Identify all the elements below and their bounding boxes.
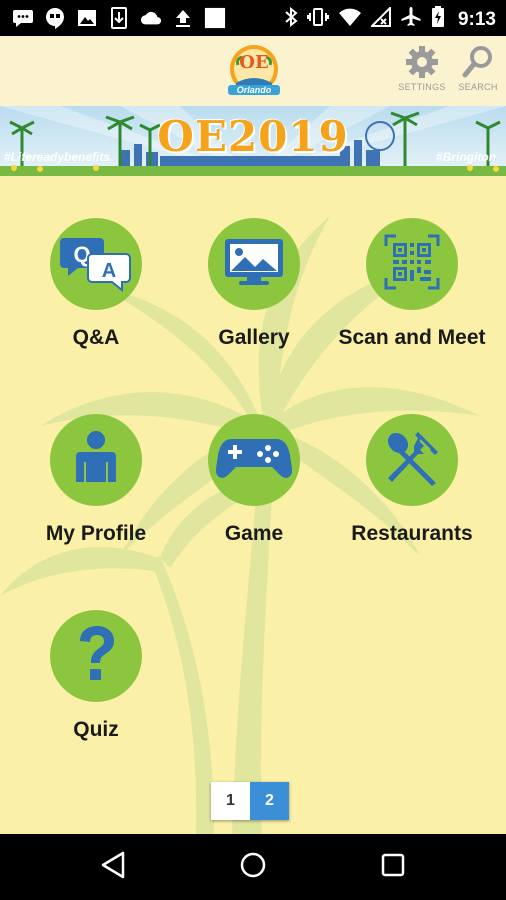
gamepad-icon [215, 435, 293, 486]
scan-tile-circle [366, 218, 458, 310]
recents-icon [379, 851, 407, 884]
search-button[interactable]: SEARCH [452, 44, 504, 92]
tile-label-game: Game [224, 522, 284, 545]
no-signal-icon [369, 5, 391, 32]
home-icon [239, 851, 267, 884]
tile-my-profile[interactable]: My Profile [17, 414, 175, 574]
tile-quiz[interactable]: Quiz [17, 610, 175, 770]
tile-label-scan-and-meet: Scan and Meet [338, 326, 486, 349]
wifi-icon [338, 7, 362, 32]
question-mark-icon [76, 625, 116, 688]
vibrate-icon [306, 7, 329, 32]
hangouts-icon [44, 7, 66, 29]
quiz-tile-circle [50, 610, 142, 702]
profile-tile-circle [50, 414, 142, 506]
fork-spoon-icon [384, 430, 440, 491]
message-icon [12, 7, 34, 29]
tile-label-gallery: Gallery [218, 326, 290, 349]
restaurants-tile-circle [366, 414, 458, 506]
app-header: OE Orlando SETTINGS SEARCH [0, 36, 506, 106]
person-icon [74, 430, 118, 491]
tile-label-qa: Q&A [72, 326, 120, 349]
tile-game[interactable]: Game [175, 414, 333, 574]
image-icon [76, 7, 98, 29]
back-icon [99, 851, 127, 884]
logo-subtitle: Orlando [236, 85, 272, 95]
tile-qa[interactable]: Q A Q&A [17, 218, 175, 378]
status-time: 9:13 [457, 8, 496, 30]
page-button-1[interactable]: 1 [211, 782, 250, 820]
banner-hashtag-left: #Lifereadybenefits [4, 150, 111, 164]
airplane-mode-icon [400, 6, 422, 33]
tile-label-my-profile: My Profile [45, 522, 147, 545]
qa-chat-icon: Q A [60, 232, 132, 297]
qa-tile-circle: Q A [50, 218, 142, 310]
settings-button[interactable]: SETTINGS [396, 44, 448, 92]
banner-hashtag-right: #Bringiton [436, 150, 496, 164]
gallery-tile-circle [208, 218, 300, 310]
recents-button[interactable] [378, 852, 408, 882]
pagination: 1 2 [211, 782, 289, 820]
svg-text:A: A [102, 260, 116, 282]
page-button-2[interactable]: 2 [250, 782, 289, 820]
menu-grid: Q A Q&A Gallery Scan and Meet My Profile… [0, 176, 506, 834]
download-icon [108, 7, 130, 29]
home-button[interactable] [238, 852, 268, 882]
event-banner: OE2019 #Lifereadybenefits #Bringiton [0, 106, 506, 176]
upload-icon [172, 7, 194, 29]
back-button[interactable] [98, 851, 128, 884]
battery-charging-icon [431, 6, 445, 33]
tile-restaurants[interactable]: Restaurants [333, 414, 491, 574]
status-bar: 9:13 [0, 0, 506, 36]
tile-label-restaurants: Restaurants [351, 522, 473, 545]
qr-code-icon [384, 234, 440, 295]
tile-gallery[interactable]: Gallery [175, 218, 333, 378]
tile-scan-and-meet[interactable]: Scan and Meet [333, 218, 491, 378]
bluetooth-icon [284, 6, 298, 32]
tile-label-quiz: Quiz [73, 718, 119, 741]
game-tile-circle [208, 414, 300, 506]
logo-title: OE [239, 52, 269, 73]
search-label: SEARCH [458, 82, 498, 92]
system-nav-bar [0, 834, 506, 900]
blank-square-icon [204, 7, 226, 29]
oe-orlando-logo: OE Orlando [222, 43, 286, 99]
settings-label: SETTINGS [398, 82, 446, 92]
search-icon [452, 44, 504, 80]
gear-icon [396, 44, 448, 80]
image-gallery-icon [223, 237, 285, 292]
cloud-icon [140, 7, 162, 29]
